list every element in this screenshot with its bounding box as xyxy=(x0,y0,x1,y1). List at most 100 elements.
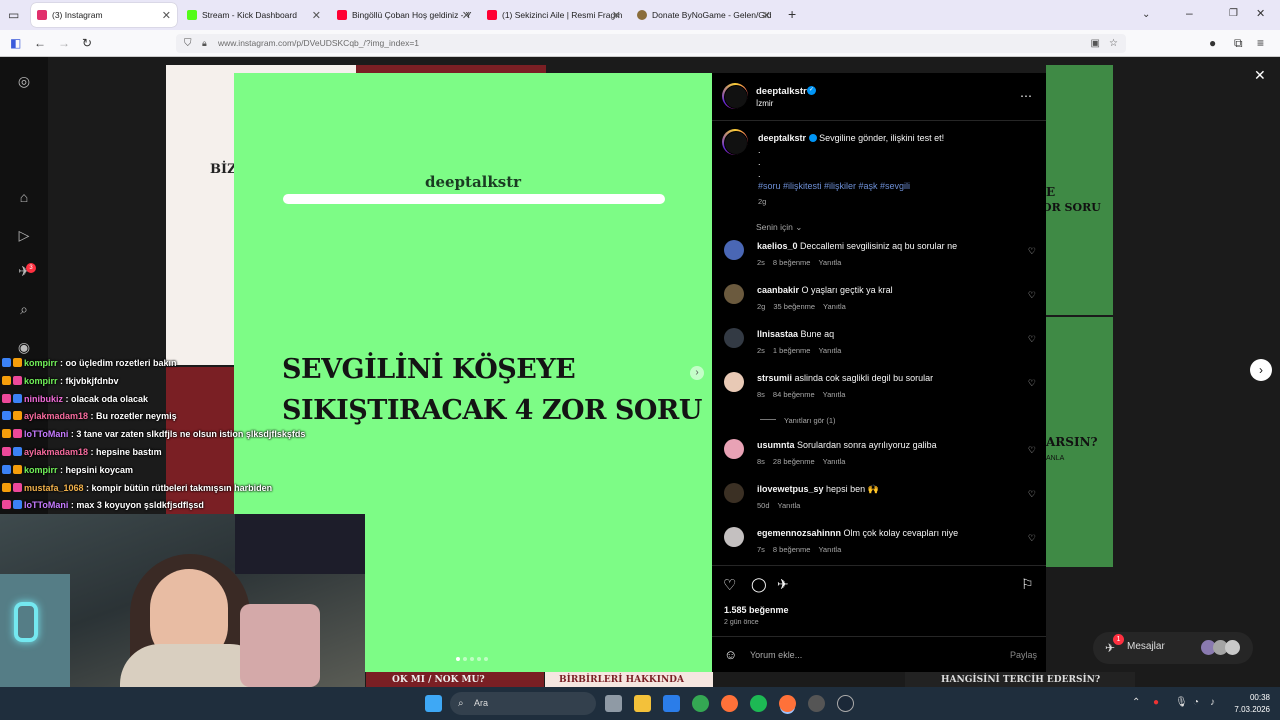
reels-icon[interactable]: ▷ xyxy=(16,227,32,243)
chrome-icon[interactable] xyxy=(692,695,709,712)
background-post-tile[interactable]: E OR SORU xyxy=(1042,65,1113,315)
author-username[interactable]: deeptalkstr xyxy=(756,86,807,97)
search-icon[interactable]: ⌕ xyxy=(16,301,32,317)
reply-button[interactable]: Yanıtla xyxy=(818,545,841,554)
task-view-icon[interactable] xyxy=(605,695,622,712)
comment-like-icon[interactable]: ♡ xyxy=(1028,378,1036,389)
comment-icon[interactable]: ◯ xyxy=(751,576,767,593)
close-tab-icon[interactable]: ✕ xyxy=(612,9,621,22)
tab-list-icon[interactable]: ▭ xyxy=(8,8,19,22)
instagram-logo-icon[interactable]: ◎ xyxy=(16,73,32,89)
comment-username[interactable]: llnisastaa xyxy=(757,329,798,339)
reply-button[interactable]: Yanıtla xyxy=(823,302,846,311)
comment-avatar[interactable] xyxy=(724,284,744,304)
comment-likes[interactable]: 8 beğenme xyxy=(773,545,811,554)
tracking-shield-icon[interactable]: ⛉ xyxy=(184,34,192,53)
background-post-tile[interactable]: ARSIN? ANLA xyxy=(1046,317,1113,567)
comment-sort-dropdown[interactable]: Senin için ⌄ xyxy=(756,222,802,233)
comment-likes[interactable]: 28 beğenme xyxy=(773,457,815,466)
reply-button[interactable]: Yanıtla xyxy=(823,390,846,399)
caption-hashtags[interactable]: #soru #ilişkitesti #ilişkiler #aşk #sevg… xyxy=(758,181,910,191)
reply-button[interactable]: Yanıtla xyxy=(778,501,801,510)
next-post-button[interactable]: › xyxy=(1250,359,1272,381)
comment-username[interactable]: kaelios_0 xyxy=(757,241,798,251)
comment-input[interactable]: Yorum ekle... xyxy=(750,650,802,660)
tray-app-icon[interactable]: ● xyxy=(1153,697,1159,708)
windows-start-icon[interactable] xyxy=(425,695,442,712)
comment-username[interactable]: caanbakir xyxy=(757,285,799,295)
comment-likes[interactable]: 1 beğenme xyxy=(773,346,811,355)
tab-kick[interactable]: Stream - Kick Dashboard ✕ xyxy=(181,3,327,27)
comment-username[interactable]: egemennozsahinnn xyxy=(757,528,841,538)
restore-icon[interactable]: ❐ xyxy=(1229,7,1238,21)
comment-avatar[interactable] xyxy=(724,372,744,392)
tab-overflow-chevron-icon[interactable]: ⌄ xyxy=(1142,8,1150,22)
network-icon[interactable]: ◔ xyxy=(1193,697,1199,708)
close-tab-icon[interactable]: ✕ xyxy=(762,9,771,22)
store-icon[interactable] xyxy=(663,695,680,712)
tab-instagram[interactable]: (3) Instagram ✕ xyxy=(31,3,177,27)
comment-like-icon[interactable]: ♡ xyxy=(1028,533,1036,544)
comment-avatar[interactable] xyxy=(724,527,744,547)
comment-username[interactable]: ilovewetpus_sy xyxy=(757,484,824,494)
extensions-icon[interactable]: ⧉ xyxy=(1234,36,1243,50)
reload-icon[interactable]: ↻ xyxy=(82,36,92,50)
home-icon[interactable]: ⌂ xyxy=(16,189,32,205)
taskbar-search[interactable]: ⌕ Ara xyxy=(450,692,596,715)
profile-avatar[interactable]: ● xyxy=(1209,36,1216,50)
tab-youtube-2[interactable]: (1) Sekizinci Aile | Resmi Fragm ✕ xyxy=(481,3,627,27)
firefox-active-icon[interactable] xyxy=(779,695,796,712)
background-post-tile[interactable]: OK MI / NOK MU? xyxy=(366,672,544,687)
comment-avatar[interactable] xyxy=(724,240,744,260)
minimize-icon[interactable]: – xyxy=(1186,6,1193,20)
post-comment-button[interactable]: Paylaş xyxy=(1010,650,1037,660)
background-post-tile[interactable]: HANGİSİNİ TERCİH EDERSİN? xyxy=(905,672,1135,687)
lock-icon[interactable]: 🔒︎ xyxy=(202,34,207,53)
reader-view-icon[interactable]: ▣ xyxy=(1091,34,1100,53)
save-bookmark-icon[interactable]: ⚐ xyxy=(1021,576,1034,593)
more-options-icon[interactable]: ⋯ xyxy=(1020,89,1032,103)
likes-count[interactable]: 1.585 beğenme xyxy=(724,605,789,615)
close-modal-icon[interactable]: ✕ xyxy=(1254,67,1266,84)
comment-avatar[interactable] xyxy=(724,439,744,459)
comment-username[interactable]: strsumii xyxy=(757,373,792,383)
carousel-next-button[interactable]: › xyxy=(690,366,704,380)
comment-likes[interactable]: 84 beğenme xyxy=(773,390,815,399)
caption-username[interactable]: deeptalkstr xyxy=(758,133,806,143)
reply-button[interactable]: Yanıtla xyxy=(818,346,841,355)
tray-chevron-icon[interactable]: ⌃ xyxy=(1132,697,1140,708)
comment-like-icon[interactable]: ♡ xyxy=(1028,489,1036,500)
tab-youtube-1[interactable]: Bingöllü Çoban Hoş geldiniz - Y ✕ xyxy=(331,3,477,27)
tab-bynogame[interactable]: Donate ByNoGame - Gelen/Gid ✕ xyxy=(631,3,777,27)
close-tab-icon[interactable]: ✕ xyxy=(162,9,171,22)
clock-date[interactable]: 7.03.2026 xyxy=(1222,705,1270,714)
close-tab-icon[interactable]: ✕ xyxy=(312,9,321,22)
reply-button[interactable]: Yanıtla xyxy=(818,258,841,267)
window-close-icon[interactable]: ✕ xyxy=(1256,7,1265,21)
comment-avatar[interactable] xyxy=(724,483,744,503)
caption-avatar[interactable] xyxy=(722,129,748,155)
comment-like-icon[interactable]: ♡ xyxy=(1028,445,1036,456)
comment-likes[interactable]: 8 beğenme xyxy=(773,258,811,267)
address-bar[interactable]: ⛉ 🔒︎ www.instagram.com/p/DVeUDSKCqb_/?im… xyxy=(176,34,1126,53)
spotify-icon[interactable] xyxy=(750,695,767,712)
sidebar-toggle-icon[interactable]: ◧ xyxy=(10,36,21,50)
microphone-icon[interactable]: 🎙︎ xyxy=(1175,697,1188,708)
forward-icon[interactable]: → xyxy=(58,36,70,50)
comment-likes[interactable]: 35 beğenme xyxy=(773,302,815,311)
background-post-tile[interactable]: BİRBİRLERİ HAKKINDA xyxy=(545,672,713,687)
comment-like-icon[interactable]: ♡ xyxy=(1028,334,1036,345)
comment-avatar[interactable] xyxy=(724,328,744,348)
like-heart-icon[interactable]: ♡ xyxy=(723,576,736,594)
firefox-icon[interactable] xyxy=(721,695,738,712)
steam-icon[interactable] xyxy=(837,695,854,712)
emoji-icon[interactable]: ☺ xyxy=(724,647,737,662)
comment-like-icon[interactable]: ♡ xyxy=(1028,246,1036,257)
share-icon[interactable]: ✈ xyxy=(777,576,789,593)
menu-icon[interactable]: ≡ xyxy=(1257,36,1264,50)
post-location[interactable]: İzmir xyxy=(756,99,773,108)
back-icon[interactable]: ← xyxy=(34,36,46,50)
comment-username[interactable]: usumnta xyxy=(757,440,795,450)
author-avatar[interactable] xyxy=(722,83,748,109)
comment-like-icon[interactable]: ♡ xyxy=(1028,290,1036,301)
